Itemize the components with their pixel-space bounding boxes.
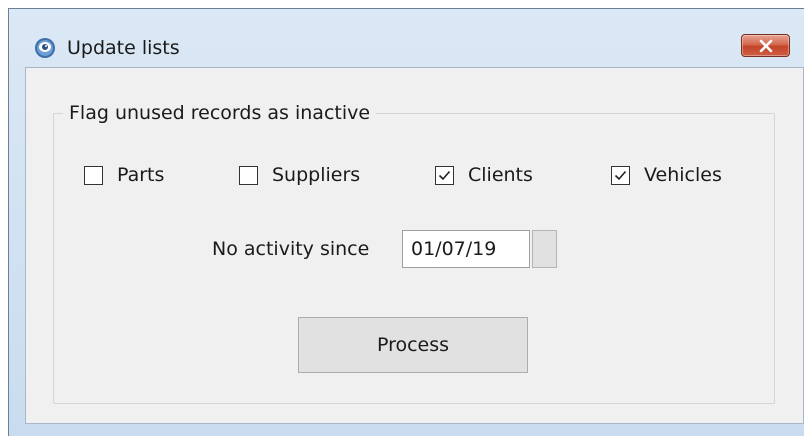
dialog-client-area: Flag unused records as inactive Parts Su… bbox=[25, 67, 804, 424]
dialog-window: Update lists Flag unused records as inac… bbox=[8, 8, 804, 436]
date-input[interactable] bbox=[402, 230, 530, 268]
date-dropdown-button[interactable] bbox=[532, 230, 557, 268]
vehicles-checkbox-box[interactable] bbox=[611, 165, 630, 185]
process-button[interactable]: Process bbox=[298, 317, 528, 373]
suppliers-checkbox[interactable]: Suppliers bbox=[239, 162, 360, 188]
close-button[interactable] bbox=[741, 34, 790, 57]
checkmark-icon bbox=[438, 170, 451, 180]
eye-icon bbox=[34, 37, 56, 59]
parts-checkbox-box[interactable] bbox=[84, 165, 103, 185]
vehicles-checkbox[interactable]: Vehicles bbox=[611, 162, 722, 188]
close-icon bbox=[759, 39, 773, 53]
window-title: Update lists bbox=[67, 37, 180, 59]
vehicles-checkbox-label: Vehicles bbox=[644, 164, 722, 186]
clients-checkbox[interactable]: Clients bbox=[435, 162, 533, 188]
suppliers-checkbox-box[interactable] bbox=[239, 165, 258, 185]
suppliers-checkbox-label: Suppliers bbox=[272, 164, 361, 186]
clients-checkbox-box[interactable] bbox=[435, 165, 454, 185]
clients-checkbox-label: Clients bbox=[468, 164, 533, 186]
parts-checkbox[interactable]: Parts bbox=[84, 162, 164, 188]
group-label: Flag unused records as inactive bbox=[63, 100, 377, 126]
checkmark-icon bbox=[614, 170, 627, 180]
title-bar[interactable]: Update lists bbox=[9, 9, 804, 67]
parts-checkbox-label: Parts bbox=[117, 164, 165, 186]
no-activity-label: No activity since bbox=[212, 238, 370, 260]
